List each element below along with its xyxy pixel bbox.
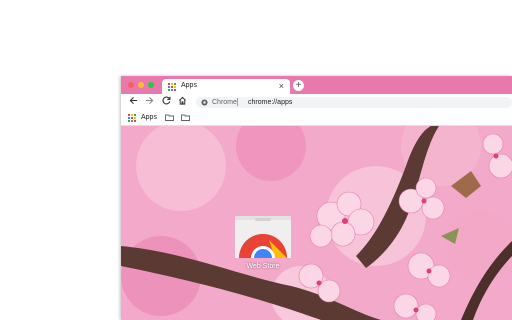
omnibox-divider: [237, 98, 238, 106]
new-tab-page: Web Store: [121, 126, 512, 320]
forward-button[interactable]: [143, 96, 155, 108]
home-button[interactable]: [176, 96, 188, 108]
apps-grid-icon: [168, 83, 176, 91]
folder-icon[interactable]: [165, 114, 174, 121]
arrow-right-icon: [145, 96, 153, 105]
folder-icon[interactable]: [181, 114, 190, 121]
new-tab-button[interactable]: +: [293, 80, 304, 91]
reload-button[interactable]: [160, 96, 172, 108]
address-bar[interactable]: Chrome chrome://apps: [196, 97, 512, 108]
chrome-page-icon: [201, 99, 208, 106]
home-icon: [178, 96, 186, 105]
cherry-blossom-wallpaper: [121, 126, 512, 320]
apps-grid-icon[interactable]: [128, 114, 136, 122]
window-minimize-button[interactable]: [138, 82, 144, 88]
bookmarks-bar: Apps: [121, 111, 512, 126]
app-tile-web-store[interactable]: Web Store: [231, 210, 295, 286]
omnibox-chip: Chrome: [212, 99, 237, 106]
browser-window: Apps × + Chrome chrome://apps Apps Web S…: [121, 76, 512, 320]
reload-icon: [162, 96, 170, 105]
chrome-web-store-icon: [235, 216, 291, 258]
window-close-button[interactable]: [128, 82, 134, 88]
window-maximize-button[interactable]: [148, 82, 154, 88]
arrow-left-icon: [129, 96, 137, 105]
tab-apps[interactable]: Apps ×: [162, 79, 290, 94]
tab-title: Apps: [181, 82, 197, 89]
app-label: Web Store: [246, 263, 280, 270]
tab-strip: Apps × +: [121, 76, 512, 94]
close-tab-icon[interactable]: ×: [279, 81, 284, 91]
back-button[interactable]: [127, 96, 139, 108]
omnibox-url[interactable]: chrome://apps: [248, 98, 292, 107]
bookmark-apps-label[interactable]: Apps: [141, 113, 157, 123]
toolbar: Chrome chrome://apps: [121, 94, 512, 111]
